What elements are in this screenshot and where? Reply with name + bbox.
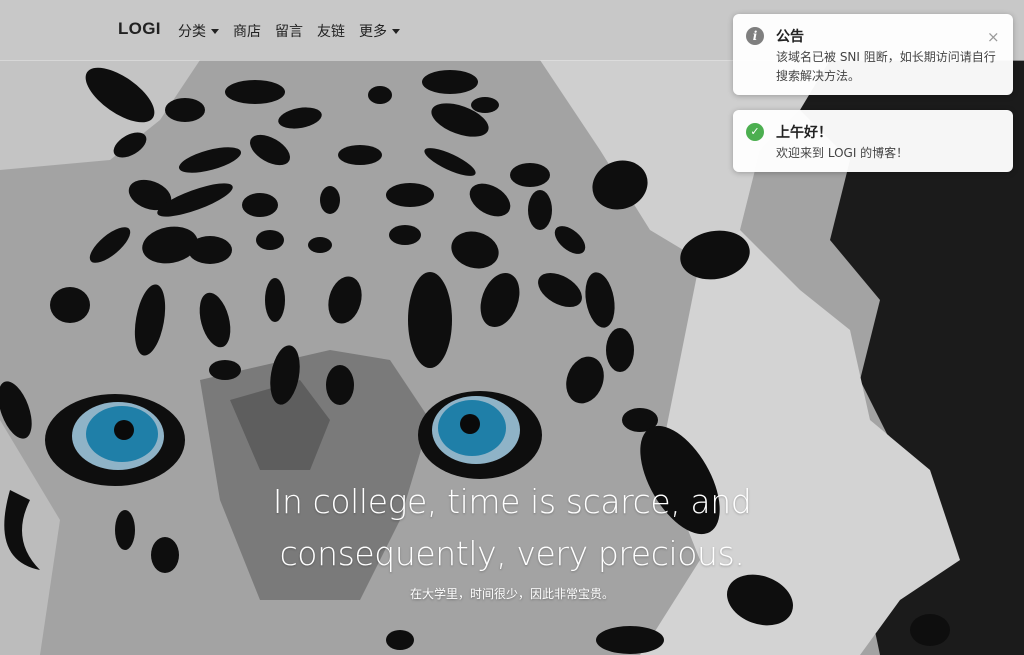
nav-item-label: 商店 bbox=[233, 24, 261, 40]
nav-item-label: 友链 bbox=[317, 24, 345, 40]
nav-item-links[interactable]: 友链 bbox=[317, 21, 345, 41]
notification-title: 上午好！ bbox=[776, 125, 832, 141]
check-circle-icon: ✓ bbox=[746, 123, 764, 141]
hero-headline-line: consequently, very precious. bbox=[279, 534, 745, 573]
nav-item-label: 更多 bbox=[359, 24, 387, 40]
chevron-down-icon bbox=[392, 28, 400, 34]
notification-title: 公告 bbox=[776, 29, 804, 45]
nav-item-more[interactable]: 更多 bbox=[359, 21, 400, 41]
nav-item-label: 留言 bbox=[275, 24, 303, 40]
notification-toast: ✓ 上午好！ 欢迎来到 LOGI 的博客！ bbox=[733, 110, 1013, 172]
site-logo[interactable]: LOGI bbox=[118, 19, 161, 39]
notification-body: 欢迎来到 LOGI 的博客！ bbox=[776, 146, 909, 160]
hero-subtitle: 在大学里，时间很少，因此非常宝贵。 bbox=[409, 587, 614, 601]
nav-item-categories[interactable]: 分类 bbox=[178, 21, 219, 41]
notification-body: 该域名已被 SNI 阻断，如长期访问请自行搜索解决方法。 bbox=[776, 50, 996, 83]
nav-item-guestbook[interactable]: 留言 bbox=[275, 21, 303, 41]
nav-item-shop[interactable]: 商店 bbox=[233, 21, 261, 41]
nav-menu: 分类 商店 留言 友链 更多 bbox=[178, 21, 414, 41]
info-icon: i bbox=[746, 27, 764, 45]
hero-headline-line: In college, time is scarce, and bbox=[272, 482, 752, 521]
chevron-down-icon bbox=[211, 28, 219, 34]
close-icon[interactable]: × bbox=[987, 28, 1000, 46]
hero-headline: In college, time is scarce, and conseque… bbox=[0, 476, 1024, 580]
notification-toast: i 公告 × 该域名已被 SNI 阻断，如长期访问请自行搜索解决方法。 bbox=[733, 14, 1013, 95]
nav-item-label: 分类 bbox=[178, 24, 206, 40]
